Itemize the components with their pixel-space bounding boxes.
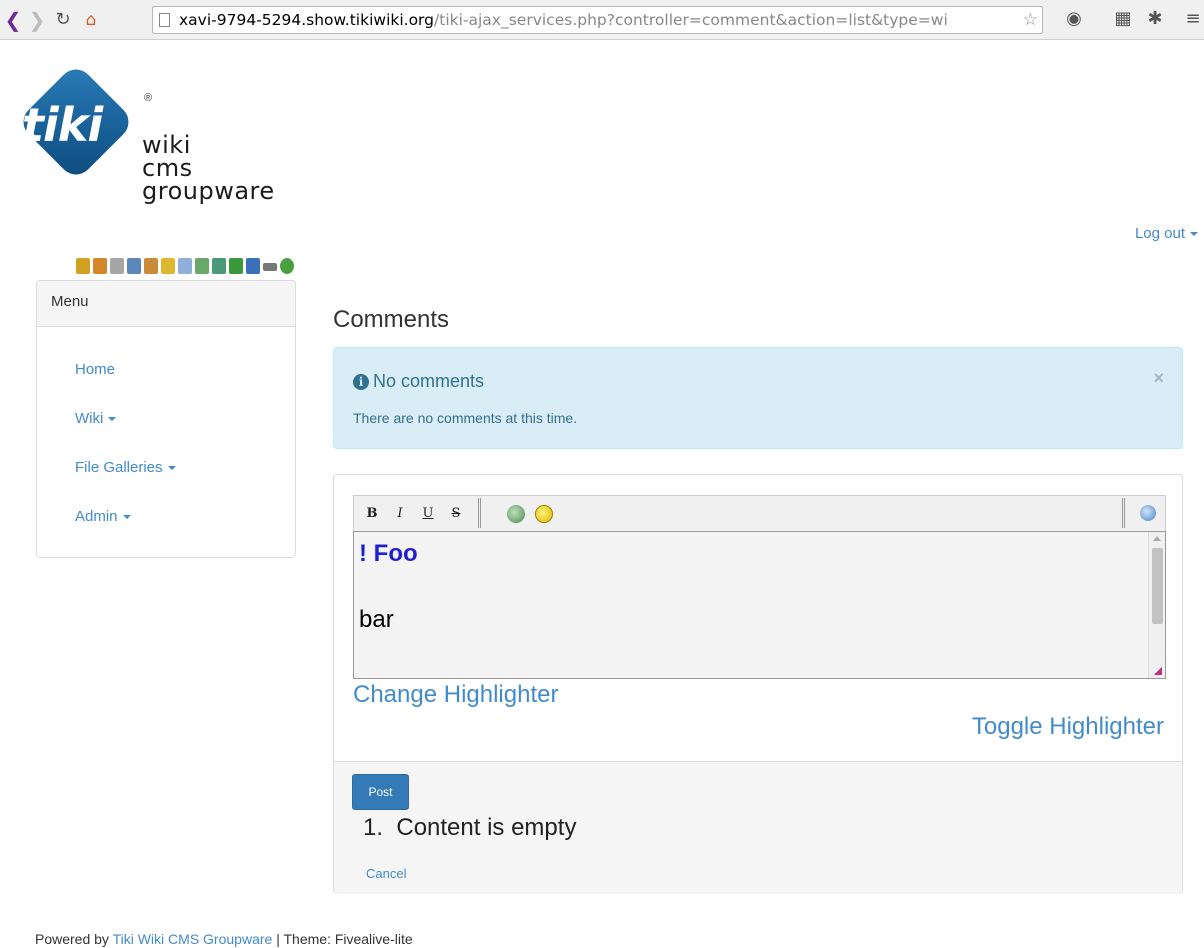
logo-registered: ® (144, 92, 153, 104)
strikethrough-button[interactable]: S (448, 505, 464, 523)
alert-title: i No comments (353, 371, 484, 392)
bold-button[interactable]: B (364, 505, 380, 523)
alert-title-text: No comments (373, 371, 485, 391)
film-icon[interactable]: ▦ (1112, 8, 1134, 30)
error-number: 1. (363, 814, 384, 841)
editor-line-1: ! Foo (359, 540, 418, 567)
refresh-icon[interactable] (195, 258, 209, 274)
wrench-icon[interactable] (110, 258, 124, 274)
menu-item-wiki[interactable]: Wiki (75, 410, 117, 427)
comment-form: B I U S ! Foo bar Change Highlighter Tog… (333, 474, 1183, 894)
editor-line-2: bar (359, 606, 394, 633)
minimize-icon[interactable] (263, 263, 277, 271)
modules-icon[interactable] (178, 258, 192, 274)
logo-mark-text: tiki (22, 98, 103, 152)
page-footer: Powered by Tiki Wiki CMS Groupware | The… (35, 931, 413, 947)
menu-item-label: File Galleries (75, 459, 163, 476)
scroll-up-icon[interactable] (1153, 536, 1161, 541)
footer-prefix: Powered by (35, 931, 113, 947)
no-comments-alert: i No comments There are no comments at th… (333, 347, 1183, 449)
menu-panel: Menu Home Wiki File Galleries Admin (36, 280, 296, 558)
editor-toolbar: B I U S (353, 495, 1166, 531)
change-highlighter-link[interactable]: Change Highlighter (353, 681, 558, 709)
scroll-thumb[interactable] (1152, 548, 1163, 624)
bug-icon[interactable] (280, 258, 294, 274)
logo-words: wiki cms groupware (142, 133, 275, 205)
menu-item-admin[interactable]: Admin (75, 508, 131, 525)
cancel-link[interactable]: Cancel (366, 866, 406, 881)
book-icon[interactable] (246, 258, 260, 274)
info-icon: i (353, 374, 369, 390)
resize-grip-icon[interactable] (1154, 667, 1162, 675)
editor-scrollbar[interactable] (1148, 532, 1165, 678)
menu-item-label: Wiki (75, 410, 104, 427)
url-path: /tiki-ajax_services.php?controller=comme… (434, 11, 948, 29)
menu-icon[interactable]: ≡ (1182, 8, 1204, 30)
error-text: Content is empty (396, 814, 577, 841)
user-icon[interactable] (127, 258, 141, 274)
form-footer: Post 1. Content is empty Cancel (334, 761, 1182, 894)
footer-suffix: | Theme: Fivealive-lite (272, 931, 413, 947)
chevron-down-icon (1190, 232, 1198, 237)
home-icon[interactable] (93, 258, 107, 274)
close-icon[interactable]: × (1153, 368, 1164, 389)
error-item: 1. Content is empty (363, 814, 576, 842)
menu-title: Menu (37, 281, 295, 327)
back-icon[interactable]: ❮ (2, 8, 24, 32)
key-icon[interactable] (161, 258, 175, 274)
smiley-icon[interactable] (535, 505, 553, 523)
wand-icon[interactable] (76, 258, 90, 274)
bookmark-star-icon[interactable]: ☆ (1023, 7, 1038, 33)
logo-line-3: groupware (142, 177, 275, 205)
toolbar-separator (1122, 498, 1125, 528)
forward-icon[interactable]: ❯ (26, 8, 48, 32)
comment-editor[interactable]: ! Foo bar (353, 531, 1166, 679)
page-title: Comments (333, 306, 450, 333)
browser-toolbar: ❮ ❯ ↻ ⌂ xavi-9794-5294.show.tikiwiki.org… (0, 0, 1204, 40)
puzzle-icon[interactable] (229, 258, 243, 274)
users-icon[interactable] (144, 258, 158, 274)
italic-button[interactable]: I (392, 505, 408, 523)
admin-icon-bar (76, 258, 294, 278)
site-logo[interactable]: tiki ® wiki cms groupware (14, 62, 314, 222)
menu-item-file-galleries[interactable]: File Galleries (75, 459, 176, 476)
address-bar[interactable]: xavi-9794-5294.show.tikiwiki.org/tiki-aj… (152, 6, 1043, 34)
help-icon[interactable] (1140, 505, 1156, 521)
toolbar-separator (478, 498, 481, 528)
footer-tiki-link[interactable]: Tiki Wiki CMS Groupware (113, 931, 273, 947)
toggle-highlighter-link[interactable]: Toggle Highlighter (972, 713, 1164, 741)
logout-dropdown[interactable]: Log out (1135, 225, 1198, 242)
bug-icon[interactable]: ✱ (1144, 8, 1166, 30)
post-button[interactable]: Post (352, 774, 409, 810)
logout-label: Log out (1134, 225, 1185, 242)
chevron-down-icon (167, 466, 176, 471)
page-icon (159, 13, 170, 27)
reload-icon[interactable]: ↻ (52, 8, 74, 32)
image-icon[interactable] (507, 505, 525, 523)
url-host: xavi-9794-5294.show.tikiwiki.org (179, 11, 435, 29)
alert-body: There are no comments at this time. (353, 410, 578, 426)
menu-item-label: Admin (75, 508, 118, 525)
globe-icon[interactable]: ◉ (1063, 8, 1085, 30)
menu-item-home[interactable]: Home (75, 361, 115, 378)
home-icon[interactable]: ⌂ (80, 8, 102, 32)
chevron-down-icon (122, 515, 131, 520)
export-icon[interactable] (212, 258, 226, 274)
menu-item-label: Home (75, 361, 116, 378)
chevron-down-icon (108, 417, 117, 422)
underline-button[interactable]: U (420, 505, 436, 523)
